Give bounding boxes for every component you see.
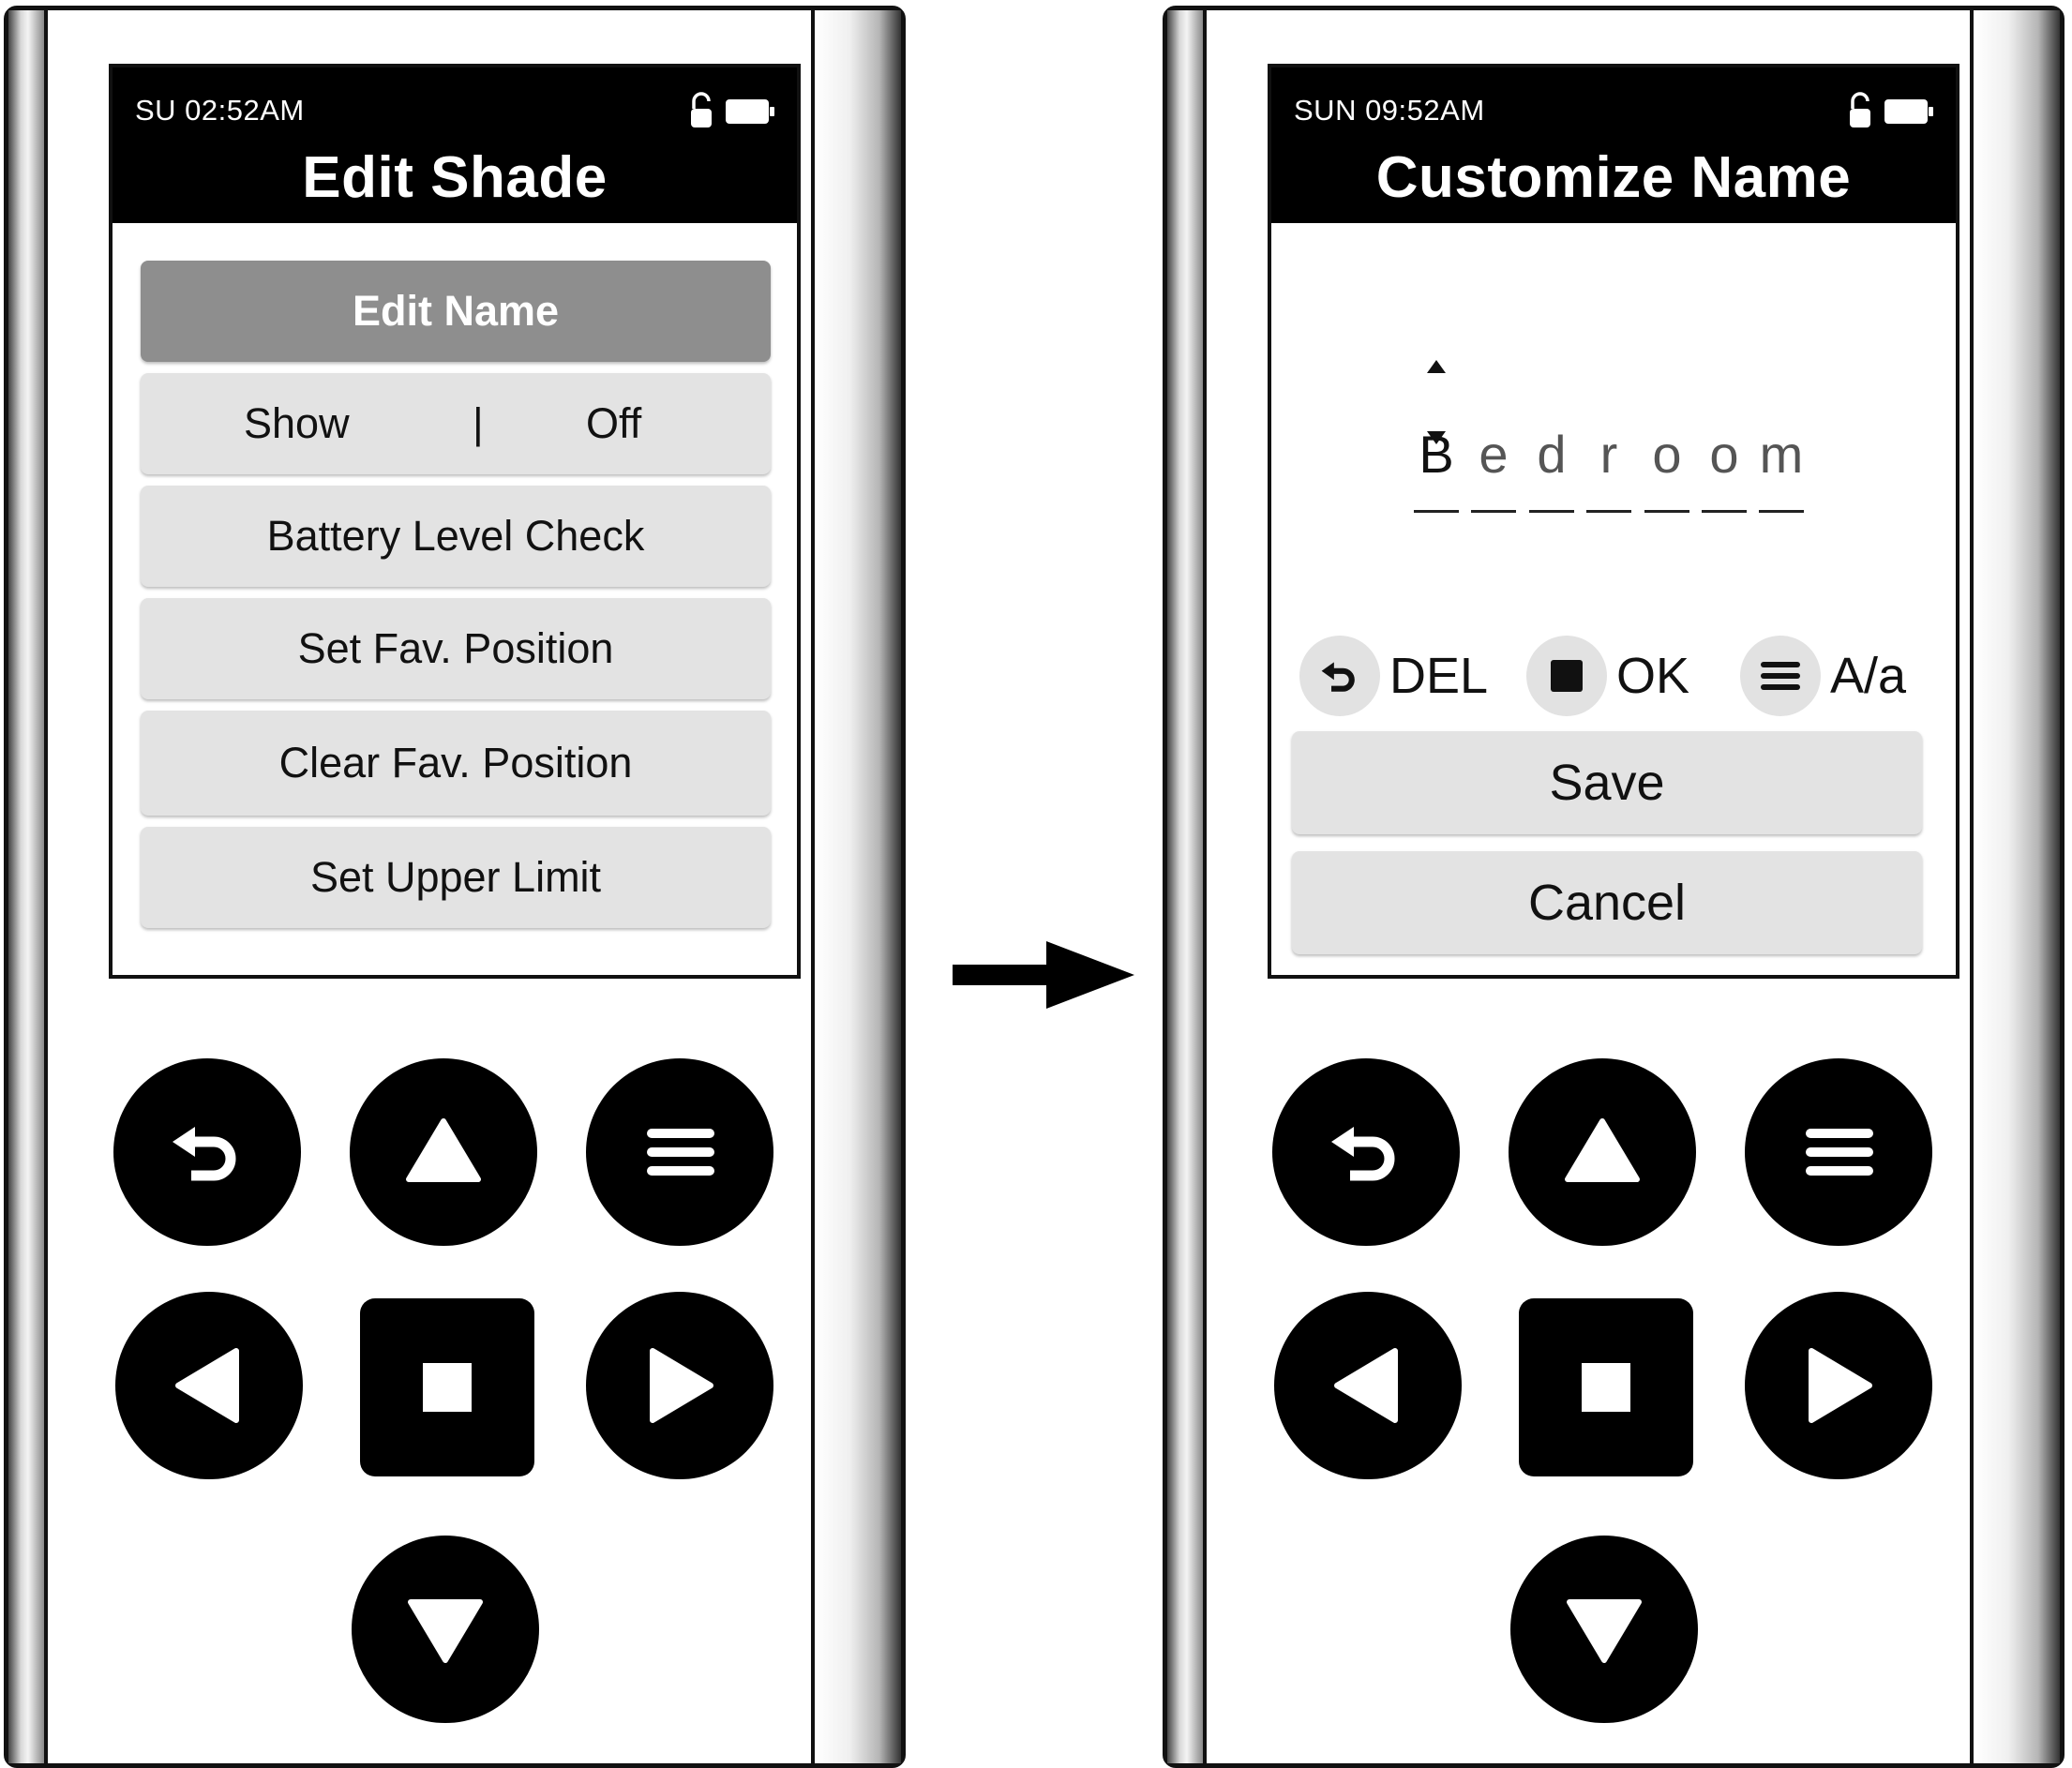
hint-label: DEL (1389, 648, 1489, 704)
char-slot (1586, 510, 1631, 513)
menu-item-show-toggle[interactable]: Show | Off (141, 373, 771, 474)
down-arrow-icon (1567, 1599, 1642, 1663)
down-button[interactable] (352, 1536, 539, 1723)
unlock-icon (1850, 92, 1870, 127)
right-arrow-icon (1809, 1348, 1872, 1423)
screen-header: SU 02:52AM Edit Shade (113, 67, 797, 223)
caret-up-icon (1427, 360, 1446, 373)
menu-item-label: Show (244, 399, 350, 447)
page-title: Edit Shade (302, 145, 608, 210)
stop-button[interactable] (360, 1298, 534, 1476)
right-button[interactable] (586, 1292, 773, 1479)
toggle-separator: | (473, 399, 484, 447)
char-slot (1702, 510, 1747, 513)
unlock-icon (691, 92, 712, 127)
device-edge-right (1970, 10, 2060, 1763)
char-slot (1759, 510, 1804, 513)
name-char[interactable]: m (1753, 424, 1809, 485)
name-char[interactable]: r (1581, 424, 1637, 485)
right-arrow-icon (650, 1348, 713, 1423)
status-time: SUN 09:52AM (1294, 94, 1485, 127)
cancel-button-label: Cancel (1527, 875, 1687, 931)
left-arrow-icon (175, 1348, 239, 1423)
up-button[interactable] (1509, 1058, 1696, 1246)
menu-item-label: Set Fav. Position (297, 624, 614, 672)
device-edge-right (811, 10, 901, 1763)
right-button[interactable] (1745, 1292, 1932, 1479)
down-arrow-icon (408, 1599, 483, 1663)
up-button[interactable] (350, 1058, 537, 1246)
status-time: SU 02:52AM (135, 94, 305, 127)
save-button[interactable]: Save (1292, 731, 1922, 834)
cancel-button[interactable]: Cancel (1292, 851, 1922, 954)
char-slot (1471, 510, 1516, 513)
back-icon (1331, 1127, 1395, 1181)
remote-right: SUN 09:52AM Customize Name B e d r o o m (1163, 6, 2064, 1768)
menu-item-label: Edit Name (352, 287, 560, 335)
hint-label: A/a (1830, 648, 1907, 704)
device-edge-left (8, 10, 48, 1763)
stop-icon (1526, 636, 1607, 716)
hint-case: A/a (1740, 634, 1906, 718)
menu-icon (647, 1129, 714, 1176)
remote-left: SU 02:52AM Edit Shade Edit Name Show | O… (4, 6, 906, 1768)
char-slot (1414, 510, 1459, 513)
hint-ok: OK (1526, 634, 1689, 718)
stop-button[interactable] (1519, 1298, 1693, 1476)
hint-label: OK (1616, 648, 1690, 704)
left-button[interactable] (1274, 1292, 1462, 1479)
edit-shade-screen: SU 02:52AM Edit Shade Edit Name Show | O… (109, 64, 801, 979)
menu-icon (1740, 636, 1821, 716)
back-icon (1299, 636, 1380, 716)
battery-icon (1884, 99, 1933, 124)
menu-item-label: Battery Level Check (266, 512, 645, 560)
name-char[interactable]: o (1639, 424, 1695, 485)
down-button[interactable] (1510, 1536, 1698, 1723)
menu-item-label: Set Upper Limit (309, 853, 602, 901)
menu-button[interactable] (586, 1058, 773, 1246)
name-char[interactable]: o (1696, 424, 1752, 485)
menu-item-battery-level-check[interactable]: Battery Level Check (141, 486, 771, 587)
up-arrow-icon (406, 1118, 481, 1182)
menu-item-clear-fav-position[interactable]: Clear Fav. Position (141, 711, 771, 816)
caret-down-icon (1427, 431, 1446, 444)
hint-delete: DEL (1299, 634, 1488, 718)
menu-item-label: Clear Fav. Position (278, 739, 633, 787)
menu-item-set-fav-position[interactable]: Set Fav. Position (141, 598, 771, 699)
char-slot (1644, 510, 1689, 513)
back-button[interactable] (113, 1058, 301, 1246)
stop-icon (1582, 1363, 1630, 1412)
up-arrow-icon (1565, 1118, 1640, 1182)
battery-icon (726, 99, 774, 124)
screen-header: SUN 09:52AM Customize Name (1271, 67, 1956, 223)
menu-button[interactable] (1745, 1058, 1932, 1246)
toggle-value: Off (586, 399, 642, 447)
char-slot (1529, 510, 1574, 513)
menu-item-edit-name[interactable]: Edit Name (141, 261, 771, 362)
customize-name-screen: SUN 09:52AM Customize Name B e d r o o m (1268, 64, 1959, 979)
device-edge-left (1167, 10, 1207, 1763)
name-char[interactable]: e (1465, 424, 1522, 485)
name-char[interactable]: d (1524, 424, 1580, 485)
left-button[interactable] (115, 1292, 303, 1479)
menu-icon (1806, 1129, 1873, 1176)
back-button[interactable] (1272, 1058, 1460, 1246)
stop-icon (423, 1363, 472, 1412)
transition-arrow-icon (953, 941, 1134, 1009)
menu-item-set-upper-limit[interactable]: Set Upper Limit (141, 827, 771, 928)
back-icon (173, 1127, 236, 1181)
page-title: Customize Name (1375, 145, 1852, 210)
save-button-label: Save (1549, 755, 1665, 811)
left-arrow-icon (1334, 1348, 1398, 1423)
